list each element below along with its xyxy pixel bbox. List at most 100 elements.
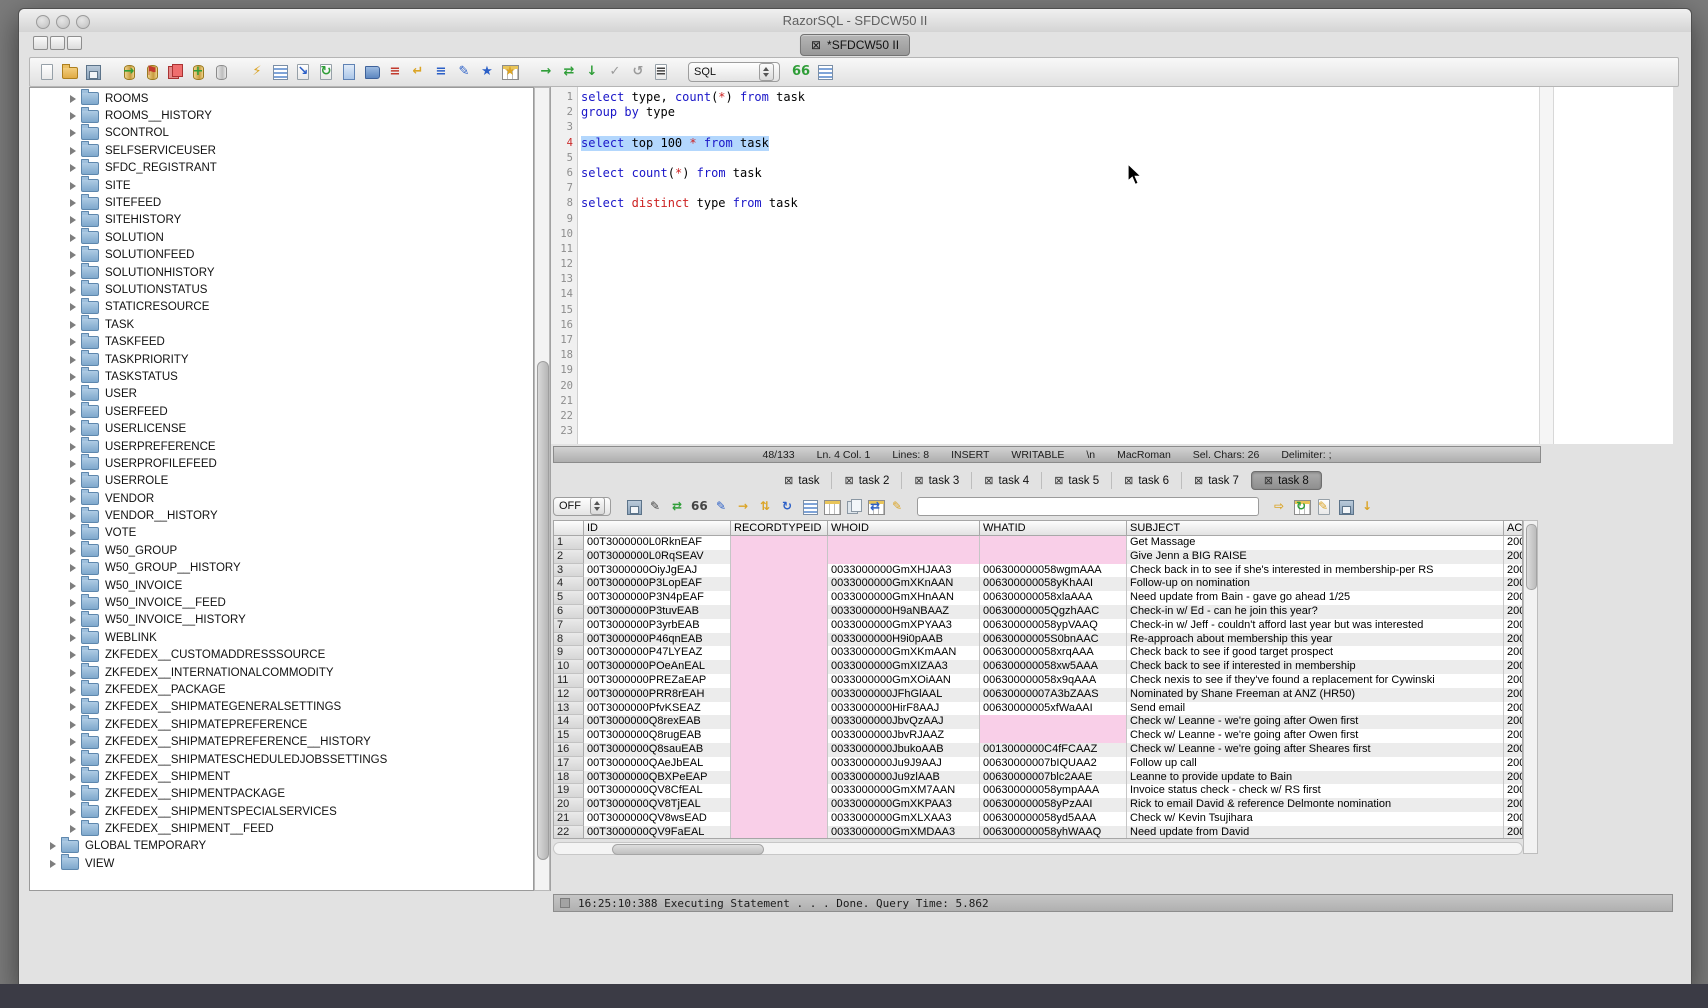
row-number-cell[interactable]: 1 bbox=[554, 536, 584, 550]
editor-line-11[interactable]: 11 bbox=[551, 242, 1673, 257]
data-cell[interactable] bbox=[828, 550, 980, 564]
data-cell[interactable]: 00T3000000L0RqSEAV bbox=[584, 550, 731, 564]
data-cell[interactable]: 006300000058yd5AAA bbox=[980, 812, 1127, 826]
data-cell[interactable]: 006300000058xrqAAA bbox=[980, 646, 1127, 660]
data-cell[interactable] bbox=[731, 619, 828, 633]
table-row[interactable]: 1000T3000000POeAnEAL0033000000GmXIZAA300… bbox=[554, 660, 1522, 674]
data-cell[interactable]: 00T3000000P3tuvEAB bbox=[584, 605, 731, 619]
reload-grid-icon[interactable]: ↻ bbox=[779, 498, 795, 514]
filter-sort-icon[interactable]: ✎ bbox=[647, 498, 663, 514]
tree-item-userpreference[interactable]: USERPREFERENCE bbox=[30, 438, 533, 455]
data-cell[interactable]: Check back to see if interested in membe… bbox=[1127, 660, 1504, 674]
tab-close-icon[interactable]: ⊠ bbox=[1264, 474, 1273, 487]
column-header-WHOID[interactable]: WHOID bbox=[828, 521, 980, 536]
tree-item-zkfedex__shipmentspecialservices[interactable]: ZKFEDEX__SHIPMENTSPECIALSERVICES bbox=[30, 803, 533, 820]
data-cell[interactable]: 200 bbox=[1504, 577, 1523, 591]
tree-item-zkfedex__shipmatepreference[interactable]: ZKFEDEX__SHIPMATEPREFERENCE bbox=[30, 716, 533, 733]
row-number-cell[interactable]: 13 bbox=[554, 702, 584, 716]
table-row[interactable]: 1400T3000000Q8rexEAB0033000000JbvQzAAJCh… bbox=[554, 715, 1522, 729]
close-connection-icon[interactable] bbox=[166, 63, 184, 81]
data-cell[interactable]: 200 bbox=[1504, 702, 1523, 716]
editor-line-22[interactable]: 22 bbox=[551, 409, 1673, 424]
results-search-input[interactable] bbox=[917, 497, 1259, 516]
result-tab-task-4[interactable]: ⊠task 4 bbox=[971, 472, 1041, 489]
disconnect-icon[interactable]: ⚑ bbox=[143, 63, 161, 81]
data-cell[interactable]: 006300000058x9qAAA bbox=[980, 674, 1127, 688]
data-cell[interactable]: 0033000000GmXHnAAN bbox=[828, 591, 980, 605]
data-cell[interactable]: 0033000000GmXLXAA3 bbox=[828, 812, 980, 826]
editor-line-23[interactable]: 23 bbox=[551, 424, 1673, 439]
copy-table-icon[interactable]: ⇄ bbox=[867, 498, 883, 514]
tab-close-icon[interactable]: ⊠ bbox=[1054, 474, 1063, 487]
table-row[interactable]: 1800T3000000QBXPeEAP0033000000Ju9zlAAB00… bbox=[554, 771, 1522, 785]
disclosure-triangle-icon[interactable] bbox=[70, 408, 76, 416]
execute-all-icon[interactable]: ⇄ bbox=[560, 63, 578, 81]
sql-editor[interactable]: 1select type, count(*) from task2group b… bbox=[551, 87, 1673, 444]
results-horizontal-scrollbar[interactable] bbox=[553, 842, 1523, 855]
disclosure-triangle-icon[interactable] bbox=[70, 95, 76, 103]
result-tab-task-5[interactable]: ⊠task 5 bbox=[1041, 472, 1111, 489]
data-cell[interactable]: Follow-up on nomination bbox=[1127, 577, 1504, 591]
connection-icon[interactable] bbox=[212, 63, 230, 81]
row-limit-stepper-icon[interactable] bbox=[590, 497, 605, 515]
editor-line-3[interactable]: 3 bbox=[551, 120, 1673, 135]
disclosure-triangle-icon[interactable] bbox=[70, 373, 76, 381]
tab-close-icon[interactable]: ⊠ bbox=[984, 474, 993, 487]
row-number-cell[interactable]: 15 bbox=[554, 729, 584, 743]
data-cell[interactable] bbox=[731, 812, 828, 826]
disclosure-triangle-icon[interactable] bbox=[70, 721, 76, 729]
sql-mode-select[interactable]: SQL bbox=[688, 62, 780, 82]
results-hscroll-thumb[interactable] bbox=[612, 844, 764, 855]
tree-item-solutionstatus[interactable]: SOLUTIONSTATUS bbox=[30, 281, 533, 298]
disclosure-triangle-icon[interactable] bbox=[70, 686, 76, 694]
data-cell[interactable]: 00T3000000P46qnEAB bbox=[584, 633, 731, 647]
editor-line-21[interactable]: 21 bbox=[551, 394, 1673, 409]
data-cell[interactable] bbox=[731, 702, 828, 716]
tree-item-rooms__history[interactable]: ROOMS__HISTORY bbox=[30, 107, 533, 124]
tree-item-staticresource[interactable]: STATICRESOURCE bbox=[30, 299, 533, 316]
tree-item-userprofilefeed[interactable]: USERPROFILEFEED bbox=[30, 455, 533, 472]
table-row[interactable]: 1200T3000000PRR8rEAH0033000000JFhGlAAL00… bbox=[554, 688, 1522, 702]
data-cell[interactable]: 200 bbox=[1504, 798, 1523, 812]
tree-item-taskstatus[interactable]: TASKSTATUS bbox=[30, 368, 533, 385]
table-row[interactable]: 800T3000000P46qnEAB0033000000H9i0pAAB006… bbox=[554, 633, 1522, 647]
data-cell[interactable]: 006300000058ympAAA bbox=[980, 784, 1127, 798]
wrap-lines-icon[interactable]: ↵ bbox=[409, 63, 427, 81]
describe-table-icon[interactable] bbox=[340, 63, 358, 81]
script-icon[interactable]: ✎ bbox=[1315, 498, 1331, 514]
table-row[interactable]: 900T3000000P47LYEAZ0033000000GmXKmAAN006… bbox=[554, 646, 1522, 660]
data-cell[interactable]: 0033000000GmXMDAA3 bbox=[828, 826, 980, 839]
data-cell[interactable]: Invoice status check - check w/ RS first bbox=[1127, 784, 1504, 798]
data-cell[interactable]: 200 bbox=[1504, 771, 1523, 785]
tree-item-w50_group[interactable]: W50_GROUP bbox=[30, 542, 533, 559]
data-cell[interactable]: 200 bbox=[1504, 619, 1523, 633]
column-header-SUBJECT[interactable]: SUBJECT bbox=[1127, 521, 1504, 536]
tree-item-rooms[interactable]: ROOMS bbox=[30, 90, 533, 107]
disclosure-triangle-icon[interactable] bbox=[70, 669, 76, 677]
data-cell[interactable]: Check w/ Kevin Tsujihara bbox=[1127, 812, 1504, 826]
data-cell[interactable]: 200 bbox=[1504, 564, 1523, 578]
data-cell[interactable]: 200 bbox=[1504, 646, 1523, 660]
disclosure-triangle-icon[interactable] bbox=[70, 147, 76, 155]
results-vscroll-thumb[interactable] bbox=[1526, 524, 1537, 590]
data-cell[interactable]: 00T3000000P3yrbEAB bbox=[584, 619, 731, 633]
new-file-icon[interactable] bbox=[38, 63, 56, 81]
tab-close-icon[interactable]: ⊠ bbox=[1194, 474, 1203, 487]
data-cell[interactable]: 200 bbox=[1504, 784, 1523, 798]
data-cell[interactable]: 00T3000000P47LYEAZ bbox=[584, 646, 731, 660]
disclosure-triangle-icon[interactable] bbox=[50, 842, 56, 850]
align-lines-icon[interactable]: ≡ bbox=[432, 63, 450, 81]
disclosure-triangle-icon[interactable] bbox=[70, 616, 76, 624]
grid-view-icon[interactable] bbox=[823, 498, 839, 514]
tree-item-zkfedex__shipmategeneralsettings[interactable]: ZKFEDEX__SHIPMATEGENERALSETTINGS bbox=[30, 699, 533, 716]
data-cell[interactable]: 200 bbox=[1504, 729, 1523, 743]
table-row[interactable]: 1300T3000000PfvKSEAZ0033000000HirF8AAJ00… bbox=[554, 702, 1522, 716]
editor-line-17[interactable]: 17 bbox=[551, 333, 1673, 348]
editor-line-19[interactable]: 19 bbox=[551, 363, 1673, 378]
format-sql-icon[interactable]: ✎ bbox=[455, 63, 473, 81]
sort-updown-icon[interactable]: ⇅ bbox=[757, 498, 773, 514]
disclosure-triangle-icon[interactable] bbox=[70, 529, 76, 537]
data-cell[interactable] bbox=[828, 536, 980, 550]
data-cell[interactable] bbox=[980, 550, 1127, 564]
result-tab-task-6[interactable]: ⊠task 6 bbox=[1111, 472, 1181, 489]
